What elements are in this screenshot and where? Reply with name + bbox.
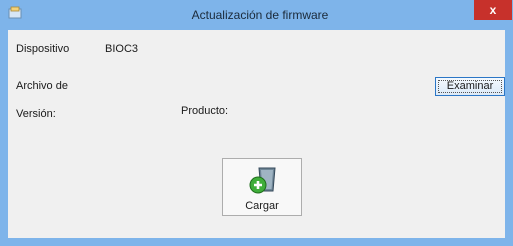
title-bar[interactable]: Actualización de firmware x xyxy=(0,0,513,30)
dialog-window: Actualización de firmware x Dispositivo … xyxy=(0,0,513,246)
load-button-label: Cargar xyxy=(245,200,279,212)
device-value: BIOC3 xyxy=(105,43,139,55)
dialog-body: Dispositivo BIOC3 Archivo de Examinar Ve… xyxy=(8,30,505,238)
upload-bin-icon xyxy=(249,167,276,194)
browse-button[interactable]: Examinar xyxy=(435,77,505,96)
close-icon: x xyxy=(489,3,497,17)
focus-rect xyxy=(438,80,502,93)
device-label: Dispositivo xyxy=(16,43,70,55)
window-title: Actualización de firmware xyxy=(191,8,329,22)
close-button[interactable]: x xyxy=(474,0,512,20)
product-label: Producto: xyxy=(181,105,229,117)
firmware-file-label: Archivo de xyxy=(16,80,68,92)
app-icon xyxy=(8,6,22,19)
load-button[interactable]: Cargar xyxy=(222,158,302,216)
version-label: Versión: xyxy=(16,108,56,120)
